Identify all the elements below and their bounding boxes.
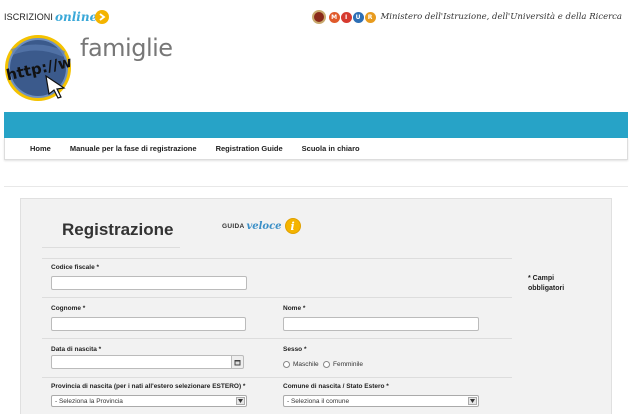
ministry-name: Ministero dell'Istruzione, dell'Universi… [380,12,622,22]
miur-letter: I [340,11,352,23]
nav-registration-guide[interactable]: Registration Guide [216,144,283,153]
form-separator [42,377,512,378]
main-navigation: Home Manuale per la fase di registrazion… [4,138,628,160]
title-box: Registrazione [42,212,180,248]
maschile-label: Maschile [293,361,319,368]
sesso-maschile-option[interactable]: Maschile [283,361,319,368]
nav-home[interactable]: Home [30,144,51,153]
radio-femminile[interactable] [323,361,330,368]
page-title: Registrazione [62,220,174,239]
sesso-femminile-option[interactable]: Femminile [323,361,363,368]
nome-input[interactable] [283,317,479,331]
nav-manuale-registrazione[interactable]: Manuale per la fase di registrazione [70,144,197,153]
radio-maschile[interactable] [283,361,290,368]
chevron-down-icon [468,397,477,405]
cognome-input[interactable] [51,317,246,331]
form-separator [42,297,512,298]
guida-veloce-link[interactable]: GUIDA veloce i [222,218,301,234]
cognome-label: Cognome * [51,305,86,312]
data-nascita-input[interactable] [51,355,232,369]
header-accent-bar [4,112,628,138]
codice-fiscale-label: Codice fiscale * [51,264,100,271]
miur-logo: M I U R [328,11,376,23]
form-separator [42,338,512,339]
calendar-button[interactable] [231,355,244,369]
chevron-down-icon [236,397,245,405]
provincia-selected: - Seleziona la Provincia [55,397,123,405]
guida-label: GUIDA [222,222,245,230]
provincia-select[interactable]: - Seleziona la Provincia [51,395,247,407]
sesso-label: Sesso * [283,346,307,353]
nome-label: Nome * [283,305,306,312]
iscrizioni-online-brand: ISCRIZIONI online [4,10,110,24]
brand-suffix: online [55,10,98,24]
ministry-logo: M I U R Ministero dell'Istruzione, dell'… [311,10,622,24]
required-fields-note: * Campi obbligatori [528,275,565,292]
miur-letter: M [328,11,340,23]
comune-select[interactable]: - Seleziona il comune [283,395,479,407]
http-logo: http://w [2,32,74,102]
section-divider [4,186,628,187]
miur-letter: U [352,11,364,23]
comune-label: Comune di nascita / Stato Estero * [283,383,389,390]
info-icon: i [284,218,301,234]
nav-scuola-in-chiaro[interactable]: Scuola in chiaro [302,144,360,153]
site-name: famiglie [80,34,173,62]
guida-veloce-label: veloce [246,220,282,232]
data-nascita-label: Data di nascita * [51,346,102,353]
codice-fiscale-input[interactable] [51,276,247,290]
comune-selected: - Seleziona il comune [287,397,350,405]
calendar-icon [234,359,241,365]
brand-prefix: ISCRIZIONI [4,12,54,22]
brand-arrow-icon [95,10,110,24]
form-separator [42,258,512,259]
femminile-label: Femminile [333,361,363,368]
provincia-label: Provincia di nascita (per i nati all'est… [51,383,246,390]
miur-letter: R [364,11,376,23]
italian-emblem-icon [311,10,326,24]
